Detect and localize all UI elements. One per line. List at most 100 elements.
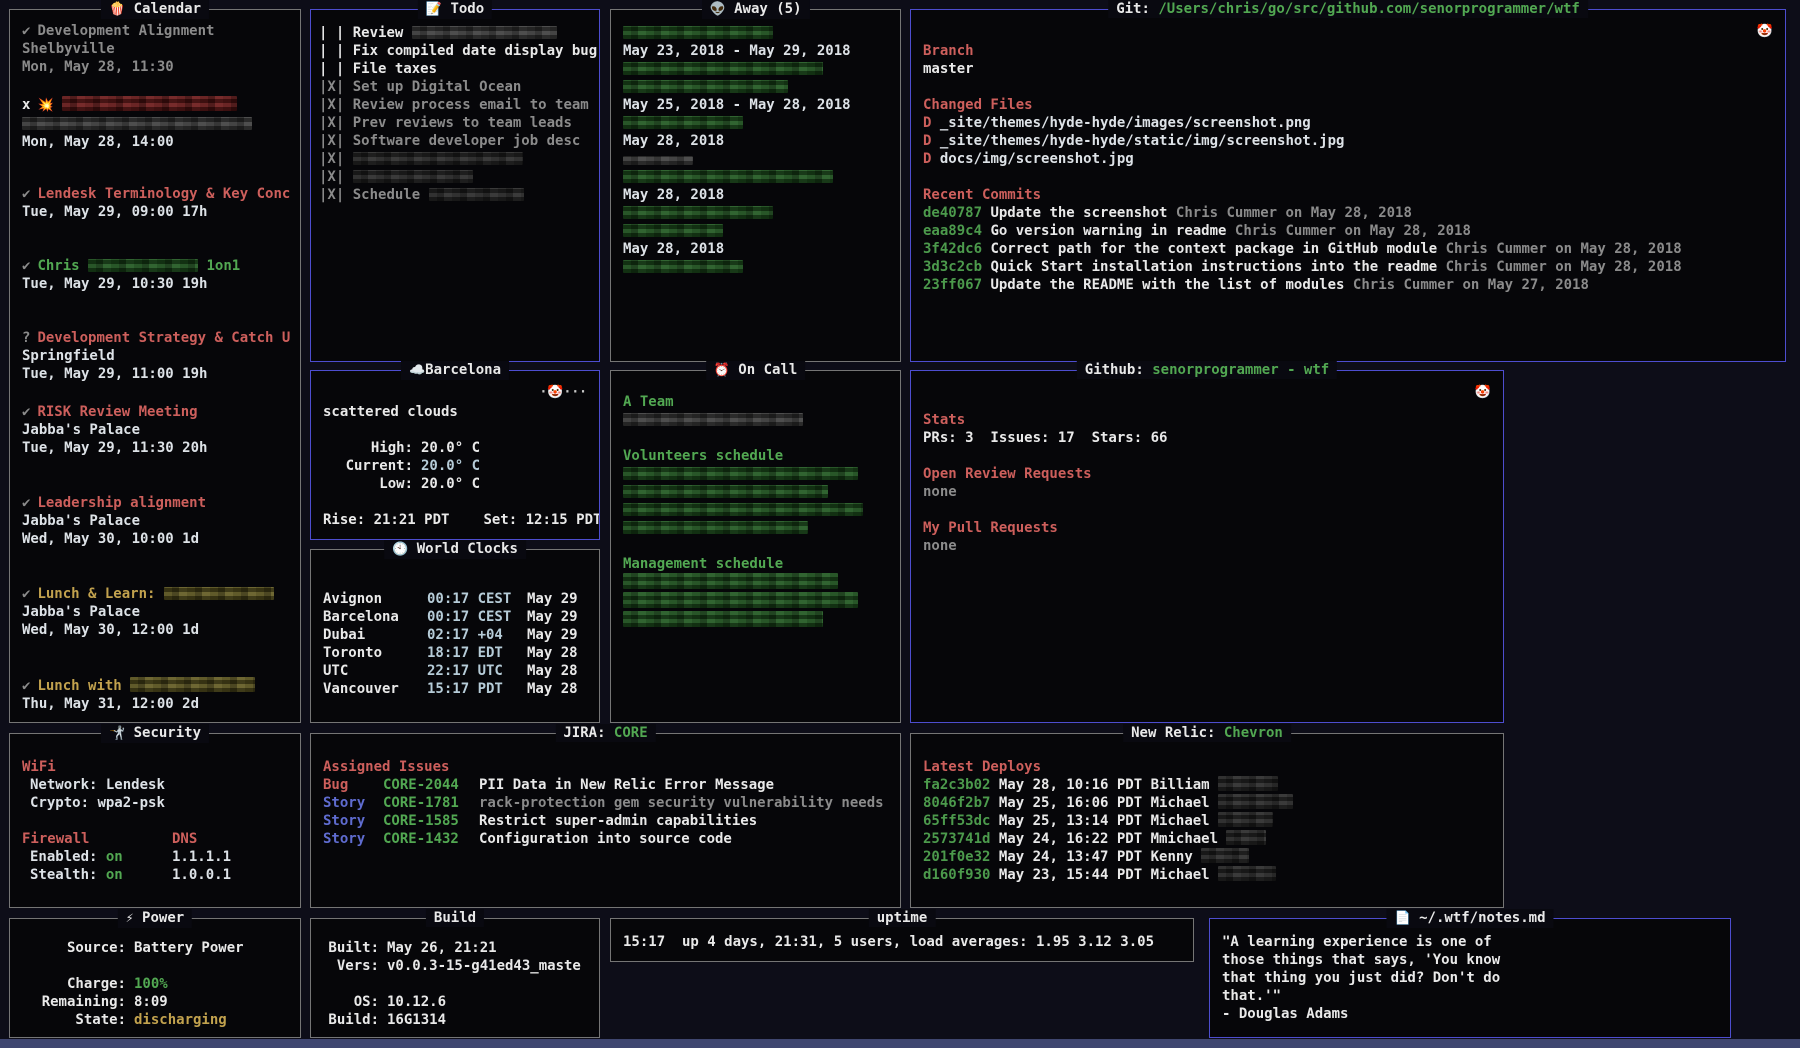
event-time: Tue, May 29, 09:00 17h (22, 203, 290, 221)
deploy-row: fa2c3b02 May 28, 10:16 PDT Billiam (923, 776, 1493, 794)
panel-calendar[interactable]: 🍿 Calendar ✔Development Alignment Shelby… (9, 9, 301, 723)
todo-item[interactable]: |X| Schedule (319, 186, 589, 204)
event-mark: ✔ (22, 495, 30, 511)
todo-item[interactable]: |X| (319, 168, 589, 186)
todo-item[interactable]: |X| Software developer job desc (319, 132, 589, 150)
panel-power[interactable]: ⚡ Power Source:Battery Power Charge:100%… (9, 918, 301, 1038)
todo-item[interactable]: |X| Set up Digital Ocean (319, 78, 589, 96)
power-state-label: State: (22, 1011, 126, 1029)
deploy-row: 201f0e32 May 24, 13:47 PDT Kenny (923, 848, 1493, 866)
calendar-event[interactable]: ✔Lunch & Learn: Jabba's Palace Wed, May … (22, 585, 290, 639)
security-firewall-stealth-row: Stealth: on (22, 866, 172, 884)
panel-on-call[interactable]: ⏰ On Call A Team Volunteers schedule Man… (610, 370, 901, 723)
build-build-value: 16G1314 (387, 1011, 446, 1029)
todo-text: Schedule (353, 187, 420, 203)
todo-item[interactable]: |X| Review process email to team (319, 96, 589, 114)
redacted-text (623, 467, 858, 480)
panel-github[interactable]: Github: senorprogrammer - wtf 🤡 Stats PR… (910, 370, 1504, 723)
panel-title: 📝 Todo (418, 0, 492, 19)
clock-city: Toronto (323, 644, 427, 662)
todo-checkbox[interactable]: | | (319, 43, 344, 59)
panel-title-text: Git: (1116, 1, 1158, 17)
panel-weather[interactable]: ☁️Barcelona ·🤡··· scattered clouds High:… (310, 370, 600, 540)
panel-title-text: On Call (738, 362, 797, 378)
newrelic-deploys-header: Latest Deploys (923, 758, 1493, 776)
calendar-event[interactable]: ✔Chris 1on1 Tue, May 29, 10:30 19h (22, 257, 290, 293)
jira-issue-row[interactable]: StoryCORE-1432Configuration into source … (323, 830, 890, 848)
calendar-event[interactable]: ✔Development Alignment Shelbyville Mon, … (22, 22, 290, 76)
panel-title-text: New Relic: (1131, 725, 1224, 741)
redacted-text (623, 611, 823, 627)
oncall-management-header: Management schedule (623, 555, 890, 573)
redacted-text (623, 573, 838, 589)
panel-world-clocks[interactable]: 🕙 World Clocks Avignon00:17 CESTMay 29 B… (310, 549, 600, 723)
todo-item[interactable]: | | Fix compiled date display bug (319, 42, 589, 60)
todo-item[interactable]: |X| Prev reviews to team leads (319, 114, 589, 132)
issue-key: CORE-1585 (383, 812, 479, 830)
todo-checkbox[interactable]: |X| (319, 151, 344, 167)
clock-date: May 28 (527, 645, 578, 661)
todo-checkbox[interactable]: |X| (319, 187, 344, 203)
clown-icon: 🤡 (1757, 24, 1773, 39)
calendar-event[interactable]: ✔RISK Review Meeting Jabba's Palace Tue,… (22, 403, 290, 457)
git-branch-name: master (923, 60, 1775, 78)
panel-title: JIRA: CORE (555, 724, 655, 742)
panel-title-text: JIRA: (563, 725, 614, 741)
github-repo-name: senorprogrammer - wtf (1152, 362, 1329, 378)
event-time: Mon, May 28, 14:00 (22, 133, 290, 151)
stealth-label: Stealth: (30, 867, 97, 883)
commit-sha: 23ff067 (923, 277, 982, 293)
panel-git[interactable]: Git: /Users/chris/go/src/github.com/seno… (910, 9, 1786, 362)
commit-message: Update the screenshot (990, 205, 1167, 221)
github-stats-header: Stats (923, 411, 1493, 429)
panel-notes[interactable]: 📄 ~/.wtf/notes.md "A learning experience… (1209, 918, 1731, 1038)
file-status: D (923, 133, 931, 149)
clock-date: May 29 (527, 627, 578, 643)
event-title: Lunch with (37, 678, 121, 694)
security-network-row: Network: Lendesk (22, 776, 290, 794)
jira-issue-row[interactable]: BugCORE-2044PII Data in New Relic Error … (323, 776, 890, 794)
panel-title: New Relic: Chevron (1123, 724, 1291, 742)
panel-todo[interactable]: 📝 Todo | | Review | | Fix compiled date … (310, 9, 600, 362)
calendar-event[interactable]: x💥 Mon, May 28, 14:00 (22, 96, 290, 151)
event-location: Jabba's Palace (22, 421, 290, 439)
todo-checkbox[interactable]: |X| (319, 133, 344, 149)
clock-time: 02:17 +04 (427, 626, 527, 644)
weather-corner-indicator: ·🤡··· (540, 383, 588, 402)
todo-checkbox[interactable]: |X| (319, 79, 344, 95)
panel-security[interactable]: 🤺 Security WiFi Network: Lendesk Crypto:… (9, 733, 301, 908)
todo-item[interactable]: |X| (319, 150, 589, 168)
calendar-event[interactable]: ✔Lunch with Thu, May 31, 12:00 2d (22, 677, 290, 713)
todo-checkbox[interactable]: |X| (319, 169, 344, 185)
calendar-event[interactable]: ✔Lendesk Terminology & Key Conc Tue, May… (22, 185, 290, 221)
todo-item[interactable]: | | File taxes (319, 60, 589, 78)
commit-message: Correct path for the context package in … (990, 241, 1437, 257)
panel-new-relic[interactable]: New Relic: Chevron Latest Deploys fa2c3b… (910, 733, 1504, 908)
panel-build[interactable]: Build Built:May 26, 21:21 Vers:v0.0.3-15… (310, 918, 600, 1038)
away-dates: May 28, 2018 (623, 240, 890, 258)
jira-issue-row[interactable]: StoryCORE-1781rack-protection gem securi… (323, 794, 890, 812)
panel-away[interactable]: 👽 Away (5) May 23, 2018 - May 29, 2018 M… (610, 9, 901, 362)
todo-checkbox[interactable]: | | (319, 25, 344, 41)
calendar-event[interactable]: ✔Leadership alignment Jabba's Palace Wed… (22, 494, 290, 548)
todo-checkbox[interactable]: |X| (319, 97, 344, 113)
panel-title-text: ~/.wtf/notes.md (1419, 910, 1545, 926)
todo-item[interactable]: | | Review (319, 24, 589, 42)
redacted-text (22, 117, 252, 130)
panel-jira[interactable]: JIRA: CORE Assigned Issues BugCORE-2044P… (310, 733, 901, 908)
issue-key: CORE-1781 (383, 794, 479, 812)
panel-title-text: World Clocks (417, 541, 518, 557)
power-remaining-value: 8:09 (134, 993, 168, 1011)
todo-checkbox[interactable]: | | (319, 61, 344, 77)
todo-checkbox[interactable]: |X| (319, 115, 344, 131)
git-commit-row: 3d3c2cb Quick Start installation instruc… (923, 258, 1775, 276)
away-dates: May 28, 2018 (623, 132, 890, 150)
panel-uptime[interactable]: uptime 15:17 up 4 days, 21:31, 5 users, … (610, 918, 1194, 962)
deploy-time: May 25, 13:14 PDT (999, 813, 1142, 829)
redacted-text (623, 170, 833, 183)
file-path: docs/img/screenshot.jpg (940, 151, 1134, 167)
jira-issue-row[interactable]: StoryCORE-1585Restrict super-admin capab… (323, 812, 890, 830)
calendar-event[interactable]: ?Development Strategy & Catch U Springfi… (22, 329, 290, 383)
security-dns-header: DNS (172, 830, 231, 848)
clock-time: 15:17 PDT (427, 680, 527, 698)
